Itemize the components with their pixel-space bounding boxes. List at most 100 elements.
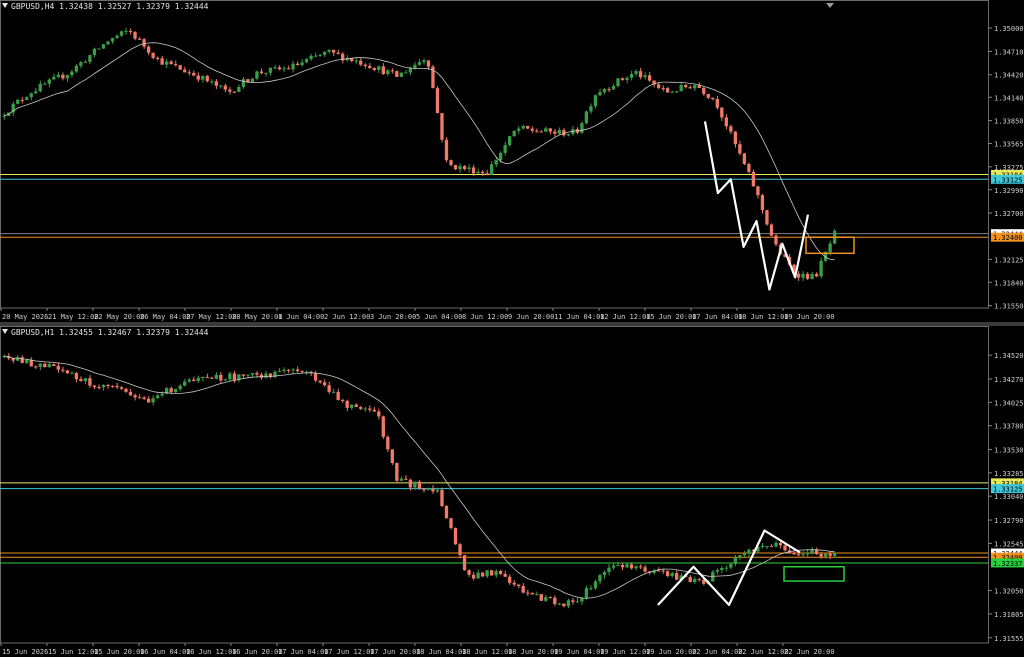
time-axis-label: 22 Jun 04:00 bbox=[692, 648, 743, 656]
candle-body bbox=[142, 39, 146, 47]
candle-body bbox=[413, 64, 417, 69]
h1-chart-canvas[interactable]: 1.34520 1.34270 1.34025 1.33780 1.33530 1.332… bbox=[0, 326, 1024, 657]
candle-body bbox=[724, 567, 728, 569]
candle-body bbox=[638, 71, 643, 78]
candle-body bbox=[598, 575, 602, 582]
candle-body bbox=[20, 357, 24, 363]
candle-body bbox=[92, 385, 97, 388]
candle-body bbox=[521, 586, 525, 593]
candle-body bbox=[128, 391, 133, 396]
candle-body bbox=[79, 62, 83, 66]
candle-body bbox=[277, 67, 282, 70]
candle-body bbox=[729, 563, 733, 568]
price-axis-label: 1.33530 bbox=[994, 447, 1024, 455]
candle-body bbox=[485, 570, 489, 577]
candle-body bbox=[598, 92, 602, 96]
candle-body bbox=[471, 167, 476, 174]
candle-body bbox=[517, 584, 521, 587]
candle-body bbox=[535, 594, 539, 596]
price-label-text: 1.33125 bbox=[993, 486, 1023, 494]
candle-body bbox=[656, 570, 661, 572]
h4-chart-pane[interactable]: 1.35000 1.34710 1.34420 1.34140 1.33850 1.335… bbox=[0, 0, 1024, 322]
time-axis-label: 18 Jun 04:00 bbox=[416, 648, 467, 656]
candle-body bbox=[318, 54, 322, 56]
time-axis-label: 16 Jun 20:00 bbox=[232, 648, 283, 656]
time-axis-label: 21 May 12:00 bbox=[48, 313, 99, 321]
candle-body bbox=[792, 553, 796, 555]
time-axis-label: 3 Jun 20:00 bbox=[370, 313, 416, 321]
candle-body bbox=[88, 55, 92, 62]
zigzag-pattern-drawing bbox=[703, 121, 810, 291]
candle-body bbox=[192, 72, 196, 76]
h1-chart-pane[interactable]: 1.34520 1.34270 1.34025 1.33780 1.33530 1.332… bbox=[0, 326, 1024, 657]
candle-body bbox=[720, 107, 724, 118]
candle-body bbox=[471, 574, 476, 579]
plot-frame bbox=[0, 326, 989, 644]
candle-body bbox=[282, 369, 286, 371]
price-axis-label: 1.31555 bbox=[994, 635, 1024, 643]
candle-body bbox=[458, 544, 462, 556]
candle-body bbox=[381, 416, 385, 437]
candle-body bbox=[765, 210, 769, 225]
candle-body bbox=[467, 570, 471, 575]
candle-body bbox=[688, 576, 692, 583]
candle-body bbox=[232, 91, 237, 93]
candle-body bbox=[774, 542, 778, 547]
candle-body bbox=[498, 570, 503, 574]
candle-body bbox=[715, 569, 719, 572]
candle-body bbox=[178, 385, 182, 389]
candle-body bbox=[151, 398, 155, 403]
candle-body bbox=[711, 97, 715, 100]
time-axis-label: 22 Jun 20:00 bbox=[784, 648, 835, 656]
candle-body bbox=[431, 488, 435, 492]
chart-shift-marker-icon[interactable] bbox=[826, 3, 834, 8]
candle-body bbox=[359, 407, 363, 409]
candle-body bbox=[489, 570, 494, 576]
candle-body bbox=[720, 568, 724, 570]
candle-body bbox=[408, 68, 413, 73]
candle-body bbox=[264, 72, 268, 74]
candle-body bbox=[688, 87, 692, 89]
candle-body bbox=[372, 68, 376, 70]
candle-body bbox=[422, 488, 426, 491]
candle-body bbox=[29, 93, 33, 98]
candle-body bbox=[232, 373, 237, 381]
candle-body bbox=[399, 478, 404, 481]
candle-body bbox=[25, 359, 29, 363]
price-axis-label: 1.32990 bbox=[994, 187, 1024, 195]
candle-body bbox=[92, 48, 97, 56]
candle-body bbox=[237, 86, 241, 92]
candle-body bbox=[43, 83, 47, 85]
time-axis-label: 2 Jun 12:00 bbox=[324, 313, 370, 321]
candle-body bbox=[52, 76, 56, 80]
candle-body bbox=[286, 369, 291, 371]
h4-dropdown-icon[interactable] bbox=[2, 3, 8, 8]
time-axis-label: 16 Jun 12:00 bbox=[186, 648, 237, 656]
candle-body bbox=[359, 60, 363, 65]
candle-body bbox=[377, 66, 381, 70]
candle-body bbox=[747, 163, 751, 172]
candle-body bbox=[593, 581, 598, 589]
candle-body bbox=[670, 573, 674, 577]
candle-body bbox=[566, 134, 571, 136]
h1-dropdown-icon[interactable] bbox=[2, 329, 8, 334]
candle-body bbox=[462, 555, 467, 571]
price-axis-label: 1.31840 bbox=[994, 279, 1024, 287]
candle-body bbox=[638, 566, 643, 568]
candle-body bbox=[508, 576, 512, 583]
candle-body bbox=[336, 391, 340, 400]
candle-body bbox=[553, 131, 557, 134]
h4-chart-canvas[interactable]: 1.35000 1.34710 1.34420 1.34140 1.33850 1.335… bbox=[0, 0, 1024, 322]
candle-body bbox=[137, 38, 142, 40]
candle-body bbox=[517, 128, 521, 131]
target-zone-box bbox=[783, 566, 845, 582]
candle-body bbox=[133, 32, 137, 39]
candle-body bbox=[404, 72, 408, 74]
candle-body bbox=[196, 377, 200, 381]
candle-body bbox=[453, 165, 458, 170]
candle-body bbox=[47, 364, 51, 368]
candle-body bbox=[390, 449, 394, 463]
candle-body bbox=[675, 91, 679, 93]
candle-body bbox=[169, 388, 173, 392]
price-axis-label: 1.34710 bbox=[994, 48, 1024, 56]
